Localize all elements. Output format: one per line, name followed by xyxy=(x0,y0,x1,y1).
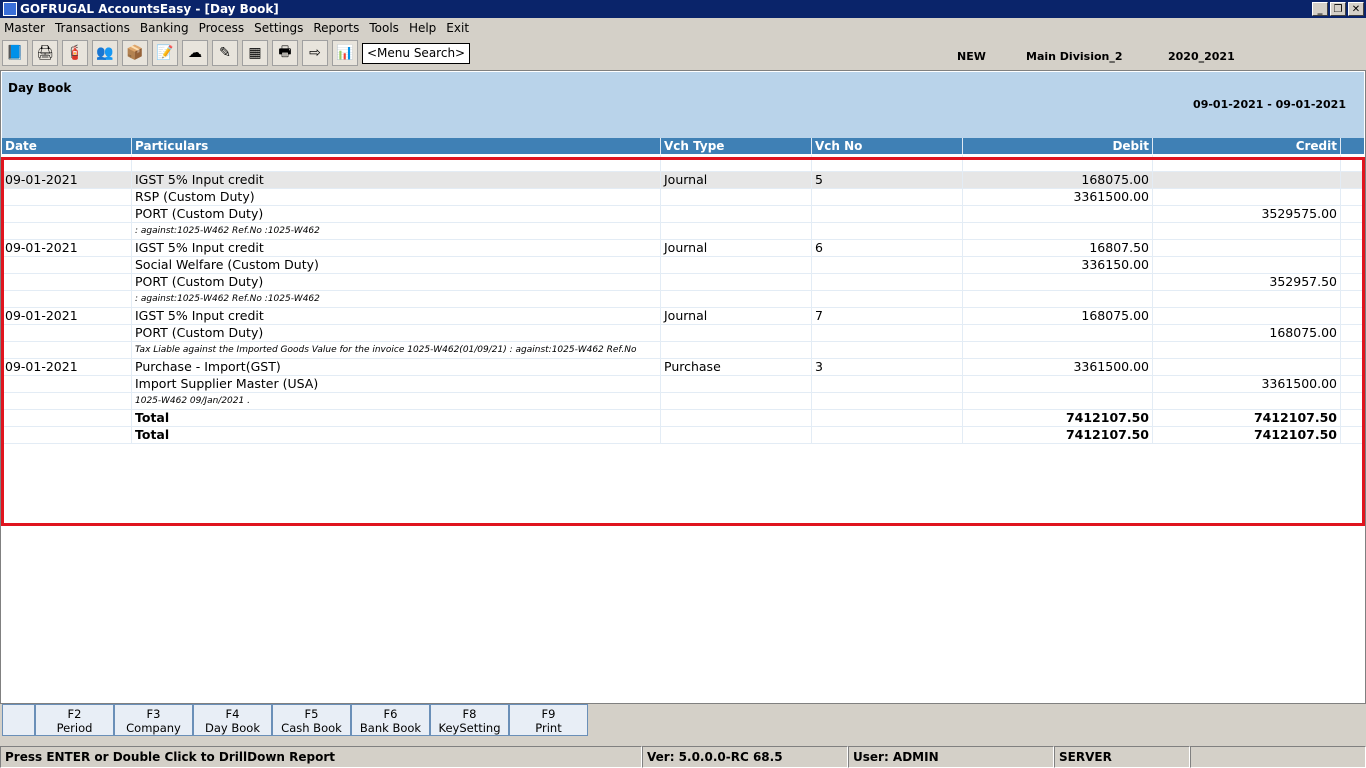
report-title: Day Book xyxy=(8,81,72,95)
col-vch-type[interactable]: Vch Type xyxy=(660,138,811,154)
fkey-key: F8 xyxy=(462,707,477,721)
fkey-day-book-button[interactable]: F4 Day Book xyxy=(193,704,272,736)
fkey-key: F4 xyxy=(225,707,240,721)
division-label: Main Division_2 xyxy=(1026,50,1123,63)
fkey-key: F5 xyxy=(304,707,319,721)
status-user: User: ADMIN xyxy=(848,746,1054,768)
fkey-print-button[interactable]: F9 Print xyxy=(509,704,588,736)
users-icon[interactable]: 👥 xyxy=(92,40,118,66)
minimize-button[interactable]: _ xyxy=(1312,2,1328,16)
fkey-label: Period xyxy=(56,721,93,735)
year-label: 2020_2021 xyxy=(1168,50,1235,63)
menu-search-input[interactable]: <Menu Search> xyxy=(362,42,471,64)
toolbar: 📘 🖨 🧯 👥 📦 📝 ☁ ✎ ▦ 🖶 ⇨ 📊 <Menu Search> xyxy=(2,40,471,66)
print-icon[interactable]: 🖨 xyxy=(32,40,58,66)
status-bar: Press ENTER or Double Click to DrillDown… xyxy=(0,746,1366,768)
col-credit[interactable]: Credit xyxy=(1152,138,1340,154)
fkey-key: F3 xyxy=(146,707,161,721)
status-version: Ver: 5.0.0.0-RC 68.5 xyxy=(642,746,848,768)
col-particulars[interactable]: Particulars xyxy=(131,138,660,154)
menu-help[interactable]: Help xyxy=(405,19,442,37)
status-extra xyxy=(1190,746,1366,768)
chart-icon[interactable]: 📊 xyxy=(332,40,358,66)
function-key-bar: F2 Period F3 Company F4 Day Book F5 Cash Book F6… xyxy=(2,704,588,736)
menu-master[interactable]: Master xyxy=(0,19,51,37)
status-hint: Press ENTER or Double Click to DrillDown… xyxy=(0,746,642,768)
status-server: SERVER xyxy=(1054,746,1190,768)
title-bar: GOFRUGAL AccountsEasy - [Day Book] _ ❐ ✕ xyxy=(0,0,1366,18)
fkey-cash-book-button[interactable]: F5 Cash Book xyxy=(272,704,351,736)
books-icon[interactable]: 📘 xyxy=(2,40,28,66)
fkey-key: F2 xyxy=(67,707,82,721)
restore-button[interactable]: ❐ xyxy=(1330,2,1346,16)
fkey-keysetting-button[interactable]: F8 KeySetting xyxy=(430,704,509,736)
fkey-company-button[interactable]: F3 Company xyxy=(114,704,193,736)
col-debit[interactable]: Debit xyxy=(962,138,1152,154)
col-date[interactable]: Date xyxy=(2,138,131,154)
col-spacer xyxy=(1340,138,1364,154)
edit-icon[interactable]: ✎ xyxy=(212,40,238,66)
report-period: 09-01-2021 - 09-01-2021 xyxy=(1193,98,1346,111)
fkey-key: F6 xyxy=(383,707,398,721)
fkey-label: Cash Book xyxy=(281,721,342,735)
highlight-box xyxy=(1,157,1365,526)
menu-reports[interactable]: Reports xyxy=(309,19,365,37)
fkey-label: Day Book xyxy=(205,721,260,735)
mode-label: NEW xyxy=(957,50,986,63)
fkey-key: F9 xyxy=(541,707,556,721)
close-button[interactable]: ✕ xyxy=(1348,2,1364,16)
fkey-label: KeySetting xyxy=(438,721,501,735)
fkey-label: Company xyxy=(126,721,181,735)
fkey-bank-book-button[interactable]: F6 Bank Book xyxy=(351,704,430,736)
menu-process[interactable]: Process xyxy=(195,19,251,37)
menu-tools[interactable]: Tools xyxy=(365,19,405,37)
menu-exit[interactable]: Exit xyxy=(442,19,475,37)
calendar-icon[interactable]: ▦ xyxy=(242,40,268,66)
menu-settings[interactable]: Settings xyxy=(250,19,309,37)
window-title: GOFRUGAL AccountsEasy - [Day Book] xyxy=(20,2,279,16)
app-icon xyxy=(3,2,17,16)
menu-transactions[interactable]: Transactions xyxy=(51,19,136,37)
fkey-blank[interactable] xyxy=(2,704,35,736)
inventory-icon[interactable]: 📦 xyxy=(122,40,148,66)
fkey-label: Bank Book xyxy=(359,721,422,735)
briefcase-icon[interactable]: 🧯 xyxy=(62,40,88,66)
network-icon[interactable]: ☁ xyxy=(182,40,208,66)
cash-register-icon[interactable]: 🖶 xyxy=(272,40,298,66)
voucher-icon[interactable]: 📝 xyxy=(152,40,178,66)
column-headers: Date Particulars Vch Type Vch No Debit C… xyxy=(2,138,1364,154)
exit-icon[interactable]: ⇨ xyxy=(302,40,328,66)
fkey-period-button[interactable]: F2 Period xyxy=(35,704,114,736)
menu-banking[interactable]: Banking xyxy=(136,19,195,37)
fkey-label: Print xyxy=(535,721,562,735)
report-header: Day Book 09-01-2021 - 09-01-2021 xyxy=(2,72,1364,138)
menu-bar: Master Transactions Banking Process Sett… xyxy=(0,19,475,37)
col-vch-no[interactable]: Vch No xyxy=(811,138,962,154)
